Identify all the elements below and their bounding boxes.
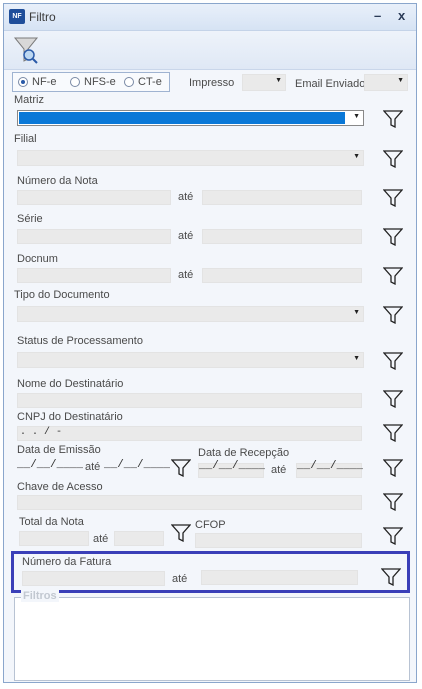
data-recepcao-ate: até	[271, 464, 287, 476]
filter-icon[interactable]	[383, 352, 403, 370]
data-recepcao-label: Data de Recepção	[198, 447, 290, 459]
filter-icon[interactable]	[383, 150, 403, 168]
data-emissao-to[interactable]: __/__/____	[104, 459, 170, 471]
total-nota-label: Total da Nota	[19, 516, 84, 528]
total-nota-to[interactable]	[114, 531, 164, 546]
combo-arrow-icon: ▼	[275, 77, 282, 84]
filter-window: NF Filtro – x NF-e NFS-e CT-e Impresso ▼…	[3, 3, 417, 683]
nome-destinatario-label: Nome do Destinatário	[17, 378, 124, 390]
combo-arrow-icon: ▼	[353, 113, 360, 120]
numero-fatura-ate: até	[172, 573, 188, 585]
data-emissao-from[interactable]: __/__/____	[17, 459, 83, 471]
numero-fatura-to[interactable]	[201, 570, 358, 585]
filter-icon[interactable]	[171, 524, 191, 542]
numero-fatura-from[interactable]	[22, 571, 165, 586]
docnum-to[interactable]	[202, 268, 362, 283]
data-recepcao-from[interactable]: __/__/____	[199, 460, 265, 472]
filial-select[interactable]: ▼	[17, 150, 364, 166]
matriz-selection	[19, 112, 345, 124]
docnum-from[interactable]	[17, 268, 171, 283]
impresso-label: Impresso	[189, 77, 235, 89]
cnpj-destinatario-input[interactable]: . . / -	[17, 426, 362, 441]
filter-icon[interactable]	[171, 459, 191, 477]
chave-acesso-input[interactable]	[17, 495, 362, 510]
filter-icon[interactable]	[383, 267, 403, 285]
window-title: Filtro	[29, 10, 56, 24]
serie-to[interactable]	[202, 229, 362, 244]
docnum-label: Docnum	[17, 253, 58, 265]
combo-arrow-icon: ▼	[353, 309, 360, 316]
tipo-documento-select[interactable]: ▼	[17, 306, 364, 322]
matriz-select[interactable]: ▼	[17, 110, 364, 126]
filter-icon[interactable]	[383, 459, 403, 477]
total-nota-from[interactable]	[19, 531, 89, 546]
filter-icon[interactable]	[383, 189, 403, 207]
status-processamento-label: Status de Processamento	[17, 335, 143, 347]
status-processamento-select[interactable]: ▼	[17, 352, 364, 368]
radio-nfe-label: NF-e	[32, 76, 57, 88]
title-bar: NF Filtro – x	[4, 4, 416, 31]
combo-arrow-icon: ▼	[353, 355, 360, 362]
app-icon: NF	[9, 9, 25, 24]
cfop-input[interactable]	[195, 533, 362, 548]
radio-nfse[interactable]	[70, 77, 80, 87]
filter-icon[interactable]	[383, 527, 403, 545]
total-nota-ate: até	[93, 533, 109, 545]
email-enviado-label: Email Enviado	[295, 78, 366, 90]
numero-nota-from[interactable]	[17, 190, 171, 205]
cnpj-destinatario-label: CNPJ do Destinatário	[17, 411, 123, 423]
filter-icon[interactable]	[383, 493, 403, 511]
data-emissao-ate: até	[85, 461, 101, 473]
filter-icon[interactable]	[383, 424, 403, 442]
cnpj-mask: . . / -	[20, 427, 63, 438]
chave-acesso-label: Chave de Acesso	[17, 481, 103, 493]
filtros-label: Filtros	[21, 590, 59, 602]
cfop-label: CFOP	[195, 519, 226, 531]
docnum-ate: até	[178, 269, 194, 281]
filter-icon[interactable]	[383, 390, 403, 408]
radio-nfse-label: NFS-e	[84, 76, 116, 88]
numero-nota-label: Número da Nota	[17, 175, 98, 187]
serie-label: Série	[17, 213, 43, 225]
combo-arrow-icon: ▼	[353, 153, 360, 160]
tipo-documento-label: Tipo do Documento	[14, 289, 110, 301]
matriz-label: Matriz	[14, 94, 44, 106]
filtros-groupbox: Filtros	[14, 590, 410, 681]
serie-ate: até	[178, 230, 194, 242]
impresso-select[interactable]: ▼	[242, 74, 286, 91]
radio-nfe[interactable]	[18, 77, 28, 87]
data-recepcao-to[interactable]: __/__/____	[297, 460, 363, 472]
nome-destinatario-input[interactable]	[17, 393, 362, 408]
minimize-button[interactable]: –	[374, 8, 381, 23]
numero-fatura-label: Número da Fatura	[22, 556, 112, 568]
email-enviado-select[interactable]: ▼	[364, 74, 408, 91]
filter-icon[interactable]	[381, 568, 401, 586]
numero-nota-ate: até	[178, 191, 194, 203]
filter-search-icon[interactable]	[12, 35, 40, 65]
combo-arrow-icon: ▼	[397, 77, 404, 84]
filial-label: Filial	[14, 133, 37, 145]
radio-cte-label: CT-e	[138, 76, 162, 88]
data-emissao-label: Data de Emissão	[17, 444, 101, 456]
numero-nota-to[interactable]	[202, 190, 362, 205]
filter-icon[interactable]	[383, 306, 403, 324]
filter-icon[interactable]	[383, 110, 403, 128]
toolbar	[4, 31, 416, 70]
filter-icon[interactable]	[383, 228, 403, 246]
radio-cte[interactable]	[124, 77, 134, 87]
close-button[interactable]: x	[398, 8, 405, 23]
serie-from[interactable]	[17, 229, 171, 244]
